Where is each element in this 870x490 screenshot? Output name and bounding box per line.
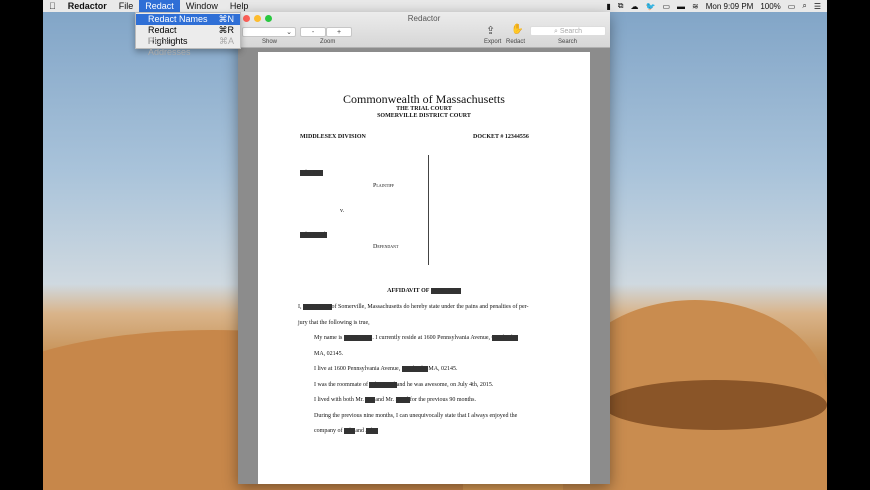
airplay-icon[interactable]: ▭: [662, 2, 670, 11]
text: . I currently reside at 1600 Pennsylvani…: [372, 335, 491, 341]
text: MA, 02145.: [314, 350, 344, 357]
text: I live at 1600 Pennsylvania Avenue,: [314, 366, 401, 372]
versus: v.: [340, 208, 345, 214]
menu-item-redact-names[interactable]: Redact Names ⌘N: [136, 14, 240, 25]
text: I lived with both Mr.: [314, 397, 364, 403]
paragraph: I, JANE DOEof Somerville, Massachusetts …: [298, 300, 529, 440]
redact-menu: Redact Names ⌘N Redact Highlights ⌘R Redac…: [135, 12, 241, 57]
status-area: ▮ ⧉ ☁ 🐦 ▭ ▬ ≋ Mon 9:09 PM 100% ▭ ⌕ ☰: [606, 0, 821, 12]
twitter-icon[interactable]: 🐦: [646, 2, 656, 11]
text: John: [344, 428, 356, 434]
zoom-in-button[interactable]: +: [326, 27, 352, 37]
text: of Somerville, Massachusetts do hereby s…: [331, 304, 529, 310]
evernote-icon[interactable]: ▮: [606, 2, 610, 11]
shortcut: ⌘A: [218, 36, 234, 46]
menu-bar:  Redactor File Redact Window Help ▮ ⧉ ☁…: [43, 0, 827, 12]
shortcut: ⌘N: [218, 14, 235, 24]
text: AFFIDAVIT OF: [387, 288, 430, 294]
redaction: JANE DOE: [430, 288, 461, 294]
dune-shadow: [603, 380, 827, 430]
app-menu[interactable]: Redactor: [62, 0, 113, 12]
menu-window[interactable]: Window: [180, 0, 224, 12]
battery-percent: 100%: [760, 1, 781, 11]
clock[interactable]: Mon 9:09 PM: [706, 2, 754, 11]
notification-center-icon[interactable]: ☰: [814, 2, 821, 11]
text: Cambridge: [401, 366, 429, 372]
document-page: Commonwealth of Massachusetts THE TRIAL …: [258, 52, 590, 484]
defendant-label: Defendant: [373, 244, 399, 250]
text: Smith: [395, 397, 410, 403]
plaintiff-label: Plaintiff: [373, 183, 395, 189]
text: and he was awesome, on July 4th, 2015.: [396, 381, 494, 388]
toolbar: Redactor ⌄ Show - + Zoom ⇪ Export ✋ Reda…: [238, 12, 610, 48]
app-window: Redactor ⌄ Show - + Zoom ⇪ Export ✋ Reda…: [238, 12, 610, 484]
cloud-icon[interactable]: ☁: [631, 2, 639, 11]
redact-icon[interactable]: ✋: [511, 24, 523, 35]
doc-title: Commonwealth of Massachusetts: [343, 92, 505, 106]
zoom-label: Zoom: [320, 39, 336, 45]
menu-help[interactable]: Help: [224, 0, 255, 12]
spotlight-icon[interactable]: ⌕: [802, 1, 806, 11]
export-label: Export: [484, 39, 502, 45]
desktop:  Redactor File Redact Window Help ▮ ⧉ ☁…: [43, 0, 827, 490]
wifi-icon[interactable]: ≋: [692, 2, 699, 11]
docket: DOCKET # 12344556: [473, 134, 529, 140]
zoom-out-button[interactable]: -: [300, 27, 326, 37]
label: Redact Names: [148, 14, 208, 24]
redacted-defendant: John Smith: [300, 232, 328, 238]
text: jury that the following is true,: [298, 319, 370, 326]
apple-icon[interactable]: : [43, 0, 62, 12]
divider: [428, 155, 429, 265]
menu-item-redact-addresses: Redact Addresses ⌘A: [136, 36, 240, 57]
text: I was the roommate of: [314, 381, 368, 388]
search-label: Search: [558, 39, 578, 45]
court-line-2: SOMERVILLE DISTRICT COURT: [377, 113, 471, 119]
text: John Smith: [369, 381, 397, 388]
search-placeholder: Search: [559, 28, 583, 35]
text: JANE DOE: [343, 335, 373, 341]
text: During the previous nine months, I can u…: [314, 412, 518, 419]
copy-icon[interactable]: ⧉: [618, 1, 624, 11]
division: MIDDLESEX DIVISION: [300, 134, 366, 140]
show-label: Show: [262, 39, 278, 45]
court-line-1: THE TRIAL COURT: [396, 106, 452, 112]
menu-redact[interactable]: Redact: [139, 0, 180, 12]
label: Redact Addresses: [148, 36, 191, 57]
menu-item-redact-highlights[interactable]: Redact Highlights ⌘R: [136, 25, 240, 46]
chevron-down-icon: ⌄: [286, 29, 292, 36]
battery-icon[interactable]: ▭: [788, 2, 796, 11]
text: Doe: [365, 397, 376, 403]
text: for the previous 90 months.: [409, 397, 477, 403]
redact-label: Redact: [506, 39, 526, 45]
affidavit-heading: AFFIDAVIT OF JANE DOE: [258, 288, 590, 294]
text: and: [355, 428, 365, 434]
keyboard-icon[interactable]: ▬: [677, 2, 685, 11]
text: Cambridge: [491, 335, 519, 341]
menu-file[interactable]: File: [113, 0, 140, 12]
text: JANE DOE: [303, 304, 332, 310]
label: Redact Highlights: [148, 25, 188, 46]
text: My name is: [314, 335, 343, 341]
export-icon[interactable]: ⇪: [486, 24, 495, 37]
text: company of: [314, 428, 343, 434]
text: MA, 02145.: [428, 366, 458, 372]
window-title: Redactor: [407, 14, 441, 23]
shortcut: ⌘R: [218, 25, 235, 35]
text: I,: [298, 304, 302, 310]
redacted-plaintiff: John Doe: [300, 170, 323, 176]
text: John.: [365, 428, 379, 434]
show-select[interactable]: ⌄: [242, 27, 296, 37]
text: and Mr.: [375, 397, 395, 403]
search-input[interactable]: ⌕ Search: [530, 26, 606, 36]
